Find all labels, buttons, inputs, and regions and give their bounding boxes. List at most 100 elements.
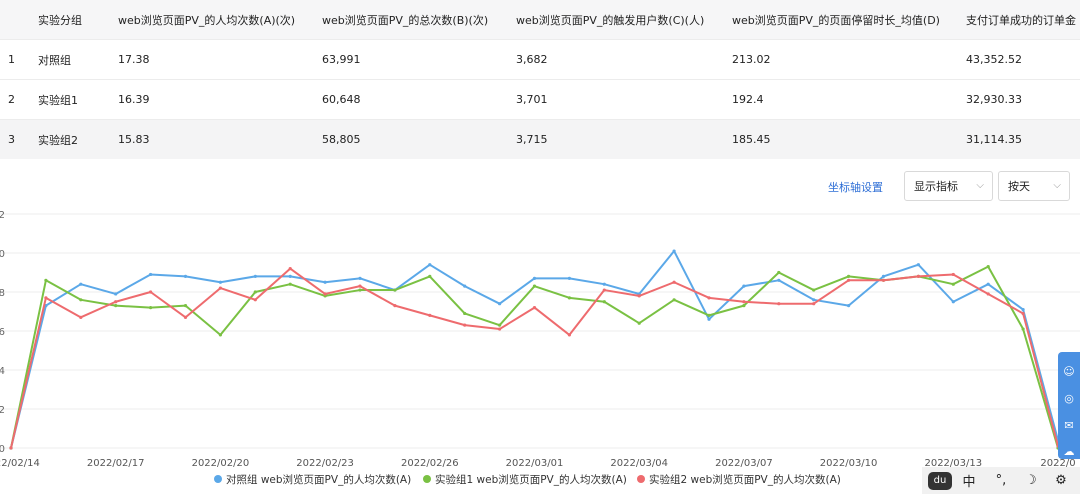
data-point: [498, 327, 502, 331]
data-point: [812, 288, 816, 292]
x-tick-label: 2022/02/20: [192, 458, 250, 469]
cell-group: 实验组2: [38, 133, 78, 147]
table-row: 3 实验组2 15.83 58,805 3,715 185.45 31,114.…: [0, 119, 1080, 159]
compass-icon[interactable]: ◎: [1062, 392, 1076, 406]
data-point: [218, 280, 222, 284]
data-point: [288, 267, 292, 271]
granularity-select[interactable]: 按天 ⌵: [998, 171, 1070, 201]
data-point: [602, 288, 606, 292]
data-point: [183, 315, 188, 319]
x-tick-label: 2022/02/17: [87, 458, 145, 469]
data-point: [672, 298, 676, 302]
data-point: [951, 282, 955, 286]
data-point: [951, 272, 955, 277]
data-point: [79, 282, 83, 286]
smile-icon[interactable]: ☺: [1062, 365, 1076, 379]
cell-metric-b: 63,991: [322, 53, 361, 66]
data-point: [532, 284, 537, 288]
header-metric-c[interactable]: web浏览页面PV_的触发用户数(C)(人): [516, 0, 732, 40]
x-tick-label: 2022/03/04: [610, 458, 668, 469]
data-point: [114, 304, 118, 308]
cell-order-amount: 43,352.52: [966, 53, 1022, 66]
data-point: [707, 313, 711, 317]
data-point: [567, 333, 572, 337]
header-metric-d[interactable]: web浏览页面PV_的页面停留时长_均值(D): [732, 0, 966, 40]
gear-icon[interactable]: ⚙: [1046, 473, 1076, 488]
data-point: [812, 302, 816, 306]
row-index: 3: [8, 133, 15, 146]
table-header: 实验分组 web浏览页面PV_的人均次数(A)(次) web浏览页面PV_的总次…: [0, 0, 1080, 40]
metric-select[interactable]: 显示指标 ⌵: [904, 171, 993, 201]
header-order-amount[interactable]: 支付订单成功的订单金: [966, 0, 1080, 40]
data-point: [428, 274, 432, 278]
data-point: [742, 304, 746, 308]
header-group[interactable]: 实验分组: [38, 0, 118, 40]
x-tick-label: 2022/02/26: [401, 458, 459, 469]
x-tick-label: 2022/03/10: [820, 458, 878, 469]
cell-metric-a: 16.39: [118, 93, 150, 106]
y-tick-label: 4: [0, 366, 5, 377]
ime-language-toggle[interactable]: 中: [952, 471, 986, 490]
cell-metric-a: 15.83: [118, 133, 150, 146]
data-point: [672, 280, 676, 284]
floating-sidebar[interactable]: ☺ ◎ ✉ ☁: [1058, 352, 1080, 459]
data-point: [742, 300, 746, 304]
header-metric-a[interactable]: web浏览页面PV_的人均次数(A)(次): [118, 0, 322, 40]
data-point: [149, 272, 153, 277]
cell-metric-d: 185.45: [732, 133, 771, 146]
cell-metric-d: 192.4: [732, 93, 764, 106]
data-point: [9, 446, 13, 450]
cell-metric-c: 3,715: [516, 133, 548, 146]
data-point: [183, 274, 188, 278]
series-line: [10, 267, 1059, 449]
legend-marker: [214, 475, 222, 483]
legend-marker: [423, 475, 431, 483]
series-line: [10, 250, 1059, 449]
data-point: [149, 290, 153, 294]
data-point: [951, 300, 955, 304]
data-point: [358, 288, 362, 292]
data-point: [777, 302, 781, 306]
axis-settings-link[interactable]: 坐标轴设置: [828, 179, 883, 195]
data-point: [498, 323, 502, 327]
data-point: [288, 282, 292, 286]
chevron-down-icon: ⌵: [1053, 180, 1061, 191]
cell-metric-c: 3,682: [516, 53, 548, 66]
x-tick-label: 2022/03/07: [715, 458, 773, 469]
data-point: [323, 280, 327, 284]
cloud-icon[interactable]: ☁: [1062, 445, 1076, 459]
data-point: [986, 282, 990, 286]
data-point: [149, 306, 153, 310]
data-point: [881, 278, 886, 282]
data-point: [114, 300, 118, 304]
y-tick-label: 0: [0, 444, 5, 455]
data-point: [777, 278, 781, 282]
data-point: [463, 323, 467, 327]
cell-metric-d: 213.02: [732, 53, 771, 66]
moon-icon[interactable]: ☽: [1016, 473, 1046, 488]
baidu-ime-logo[interactable]: du: [928, 471, 952, 490]
data-point: [44, 278, 48, 282]
data-point: [567, 296, 572, 300]
header-metric-b[interactable]: web浏览页面PV_的总次数(B)(次): [322, 0, 516, 40]
line-chart: 0 2 4 6 8 10 12 2022/02/14 2022/02/17 2022/02/20 2…: [0, 210, 1080, 486]
chat-icon[interactable]: ✉: [1062, 419, 1076, 433]
data-point: [532, 276, 537, 280]
data-point: [707, 296, 711, 300]
data-point: [253, 290, 257, 294]
data-point: [986, 292, 990, 296]
y-tick-label: 10: [0, 249, 5, 260]
data-point: [79, 315, 83, 319]
data-point: [986, 265, 990, 269]
metric-select-value: 显示指标: [914, 180, 958, 193]
cell-metric-b: 60,648: [322, 93, 361, 106]
data-point: [498, 302, 502, 306]
ime-punctuation-toggle[interactable]: °,: [986, 473, 1016, 488]
data-point: [881, 274, 886, 278]
data-point: [358, 284, 362, 288]
y-tick-label: 8: [0, 288, 5, 299]
ime-toolbar[interactable]: du 中 °, ☽ ⚙: [922, 467, 1080, 494]
data-point: [672, 249, 676, 253]
cell-group: 实验组1: [38, 93, 78, 107]
data-point: [1021, 311, 1025, 316]
